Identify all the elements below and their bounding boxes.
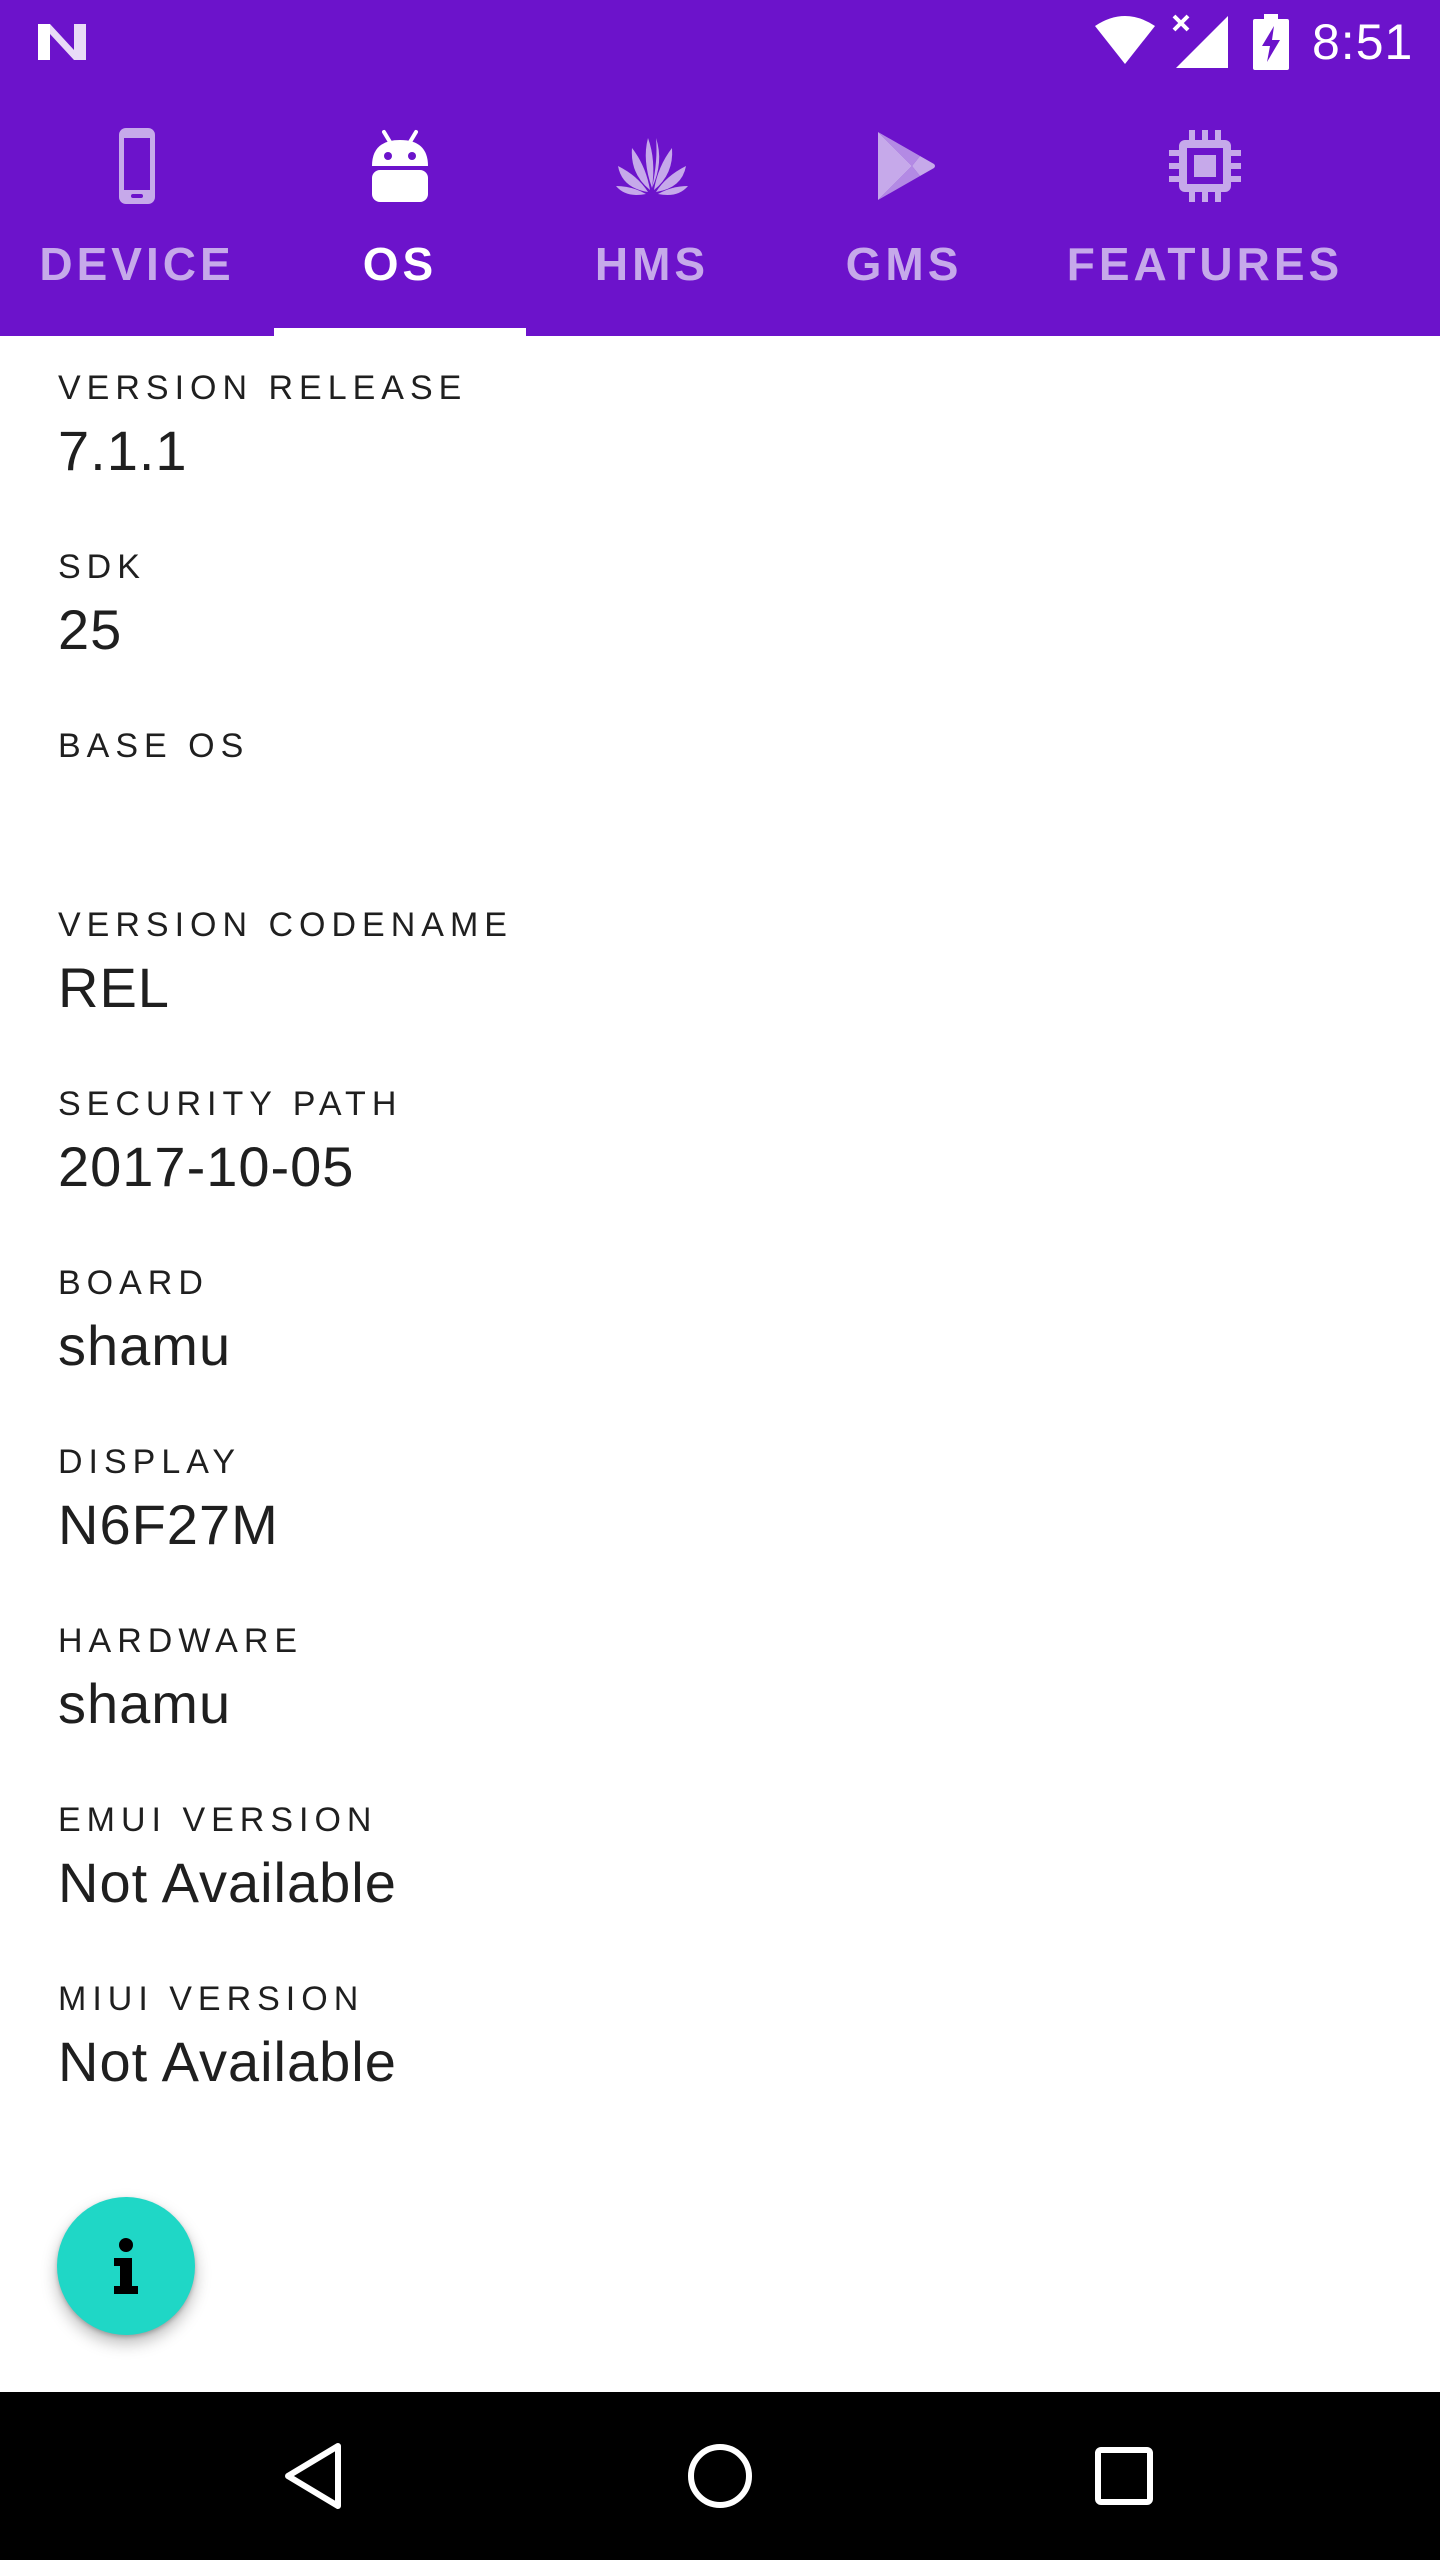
android-icon [372,130,428,202]
tab-os[interactable]: OS [274,84,526,336]
screen: 8:51 DEVICE OS HMS GMS FEATURES VERSION … [0,0,1440,2560]
info-value: N6F27M [58,1493,279,1556]
play-store-icon [878,132,935,200]
tab-device-label: DEVICE [39,238,235,290]
list-item-miui-version: MIUI VERSION Not Available [58,1979,1358,2095]
tab-gms[interactable]: GMS [778,84,1030,336]
info-label: BASE OS [58,727,250,765]
info-icon [114,2238,138,2294]
info-value: Not Available [58,2030,397,2093]
list-item-base-os: BASE OS [58,726,1358,842]
tab-features[interactable]: FEATURES [1030,84,1380,336]
info-value: Not Available [58,1851,397,1914]
list-item-version-codename: VERSION CODENAME REL [58,905,1358,1021]
n-logo [38,24,86,60]
info-value [58,776,1358,842]
list-item-sdk: SDK 25 [58,547,1358,663]
signal-icon [1172,14,1228,68]
status-clock: 8:51 [1312,14,1414,70]
info-label: VERSION RELEASE [58,369,468,407]
tab-gms-label: GMS [845,238,963,290]
info-value: 2017-10-05 [58,1135,355,1198]
home-icon[interactable] [680,2436,760,2516]
tab-device[interactable]: DEVICE [0,84,274,336]
tab-indicator [274,328,526,336]
info-label: EMUI VERSION [58,1801,378,1839]
info-fab-button[interactable] [57,2197,195,2335]
info-label: DISPLAY [58,1443,242,1481]
recent-apps-icon[interactable] [1084,2436,1164,2516]
list-item-emui-version: EMUI VERSION Not Available [58,1800,1358,1916]
tab-hms[interactable]: HMS [526,84,778,336]
tab-hms-label: HMS [594,238,710,290]
battery-charging-icon [1253,14,1289,70]
list-item-security-path: SECURITY PATH 2017-10-05 [58,1084,1358,1200]
info-value: shamu [58,1314,232,1377]
info-label: BOARD [58,1264,209,1302]
info-label: SECURITY PATH [58,1085,403,1123]
navigation-bar [0,2392,1440,2560]
tab-os-label: OS [362,238,438,290]
info-value: 7.1.1 [58,419,188,482]
info-value: shamu [58,1672,232,1735]
info-label: MIUI VERSION [58,1980,365,2018]
chip-icon [1169,130,1241,202]
status-bar: 8:51 [0,0,1440,84]
phone-icon [119,128,155,204]
info-value: REL [58,956,170,1019]
tab-features-label: FEATURES [1066,238,1344,290]
info-label: HARDWARE [58,1622,304,1660]
info-label: SDK [58,548,146,586]
tab-bar: DEVICE OS HMS GMS FEATURES [0,84,1440,336]
list-item-display: DISPLAY N6F27M [58,1442,1358,1558]
huawei-icon [616,138,688,195]
list-item-hardware: HARDWARE shamu [58,1621,1358,1737]
wifi-icon [1095,16,1155,64]
info-label: VERSION CODENAME [58,906,513,944]
list-item-version-release: VERSION RELEASE 7.1.1 [58,368,1358,484]
list-item-board: BOARD shamu [58,1263,1358,1379]
back-icon[interactable] [276,2436,356,2516]
info-value: 25 [58,598,123,661]
